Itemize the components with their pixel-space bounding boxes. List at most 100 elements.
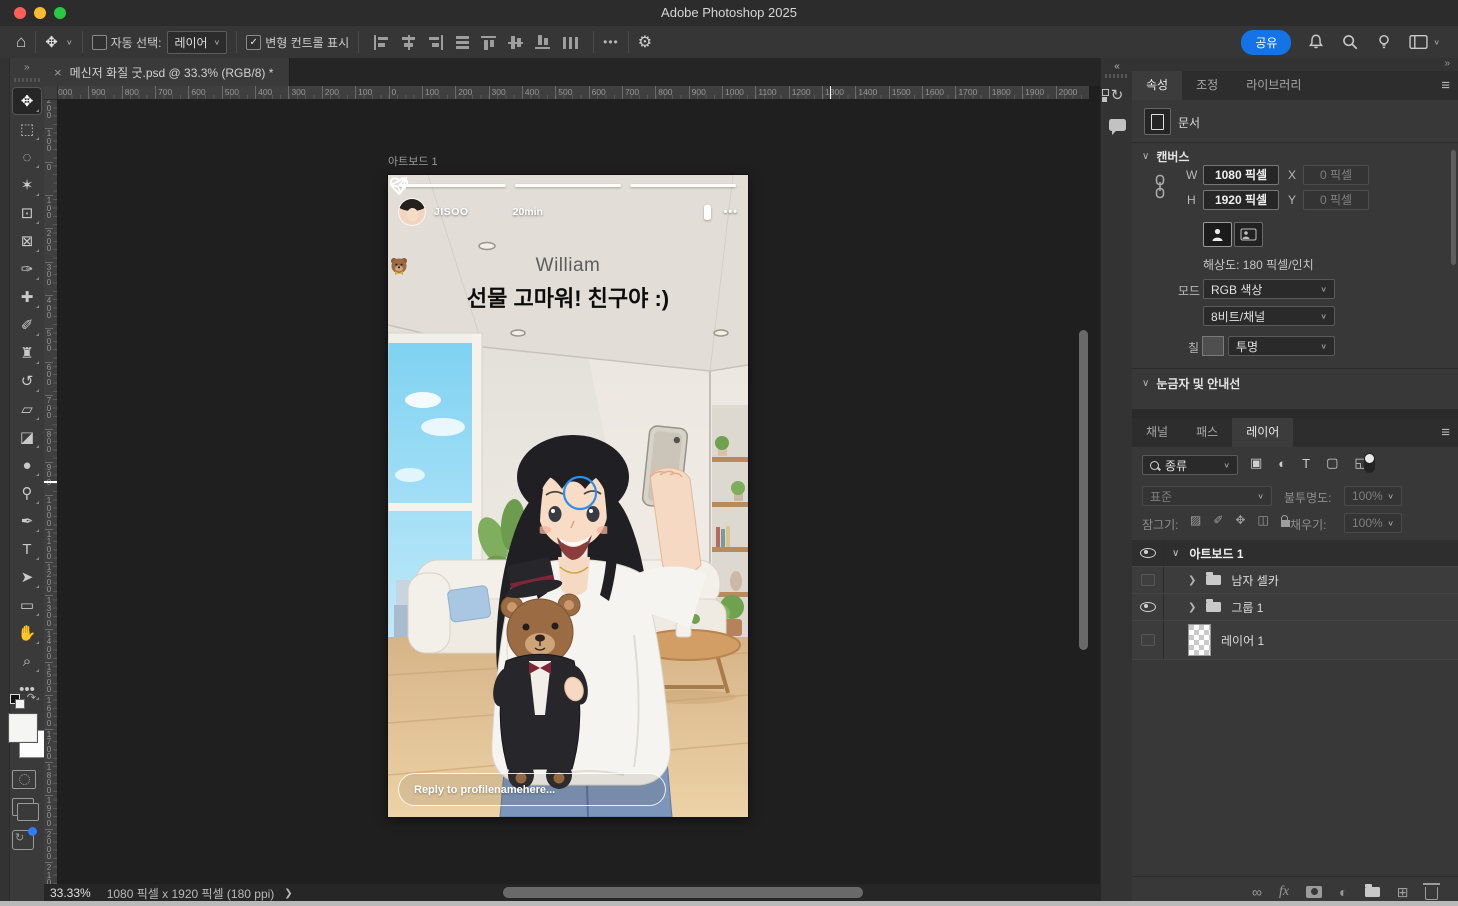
canvas-fill-select[interactable]: 투명∨	[1228, 336, 1335, 356]
toolbar-collapse-icon[interactable]: »	[24, 62, 30, 73]
frame-tool[interactable]: ⊠	[13, 228, 41, 254]
home-icon[interactable]: ⌂	[16, 32, 26, 52]
canvas-fill-swatch[interactable]	[1202, 336, 1224, 356]
align-top-icon[interactable]	[481, 35, 498, 50]
layer-fill-field[interactable]: 100%∨	[1344, 513, 1402, 533]
canvas-section-header[interactable]: ∨캔버스	[1142, 148, 1189, 165]
notifications-bell-icon[interactable]	[1307, 33, 1325, 51]
layer-expand-chevron[interactable]: ❯	[1188, 575, 1196, 586]
artboard-label[interactable]: 아트보드 1	[388, 153, 438, 169]
distribute-vertical-icon[interactable]	[562, 35, 579, 50]
current-tool-icon[interactable]: ✥ ∨	[45, 33, 72, 51]
comments-panel-icon[interactable]	[1101, 118, 1133, 136]
panel-expand-icon[interactable]: »	[1132, 58, 1458, 71]
workspace-switcher-icon[interactable]: ∨	[1409, 34, 1440, 50]
screen-mode-button[interactable]	[12, 798, 34, 816]
ruler-origin-corner[interactable]	[44, 86, 58, 100]
canvas-horizontal-scrollbar[interactable]	[503, 887, 863, 898]
tab-channels[interactable]: 채널	[1132, 418, 1182, 447]
lock-transparency-icon[interactable]: ▨	[1190, 513, 1201, 527]
link-layers-icon[interactable]: ∞	[1252, 885, 1262, 899]
workspace-settings-gear-icon[interactable]: ⚙	[638, 32, 652, 52]
layers-panel-menu-icon[interactable]: ≡	[1441, 424, 1450, 441]
type-tool[interactable]: T	[13, 536, 41, 562]
status-doc-info[interactable]: 1080 픽셀 x 1920 픽셀 (180 ppi)	[107, 885, 275, 902]
foreground-color-swatch[interactable]	[9, 714, 37, 742]
filter-type-icon[interactable]: T	[1302, 456, 1310, 471]
layer-expand-chevron[interactable]: ∨	[1172, 548, 1179, 559]
clone-stamp-tool[interactable]: ♜	[13, 340, 41, 366]
zoom-tool[interactable]: ⌕	[13, 648, 41, 674]
layer-visibility-toggle[interactable]	[1132, 567, 1164, 593]
layer-row[interactable]: ❯남자 셀카	[1132, 567, 1458, 594]
dock-collapse-icon[interactable]: «	[1101, 61, 1133, 72]
pen-tool[interactable]: ✒	[13, 508, 41, 534]
filter-toggle-switch[interactable]	[1364, 453, 1375, 473]
healing-brush-tool[interactable]: ✚	[13, 284, 41, 310]
share-image-button[interactable]	[12, 830, 34, 850]
path-selection-tool[interactable]: ➤	[13, 564, 41, 590]
link-dimensions-icon[interactable]	[1154, 174, 1166, 200]
opacity-field[interactable]: 100%∨	[1344, 486, 1402, 506]
portrait-orientation-button[interactable]	[1203, 222, 1232, 247]
layer-filter-select[interactable]: 종류∨	[1142, 455, 1238, 475]
eraser-tool[interactable]: ▱	[13, 396, 41, 422]
layer-row[interactable]: ∨아트보드 1	[1132, 540, 1458, 567]
dodge-tool[interactable]: ⚲	[13, 480, 41, 506]
vertical-ruler[interactable]: 2001000100200300400500600700800900100011…	[44, 99, 58, 884]
width-field[interactable]: 1080 픽셀	[1203, 165, 1279, 185]
lock-position-icon[interactable]: ✥	[1235, 513, 1245, 527]
adjustment-layer-icon[interactable]: ◐	[1339, 885, 1347, 899]
lasso-tool[interactable]: ◌	[13, 144, 41, 170]
layer-effects-icon[interactable]: fx	[1279, 884, 1289, 900]
show-transform-checkbox[interactable]: ✓ 변형 컨트롤 표시	[246, 34, 349, 51]
new-layer-icon[interactable]: ⊞	[1397, 885, 1409, 899]
discover-lightbulb-icon[interactable]	[1375, 33, 1393, 51]
status-zoom-field[interactable]: 33.33%	[50, 886, 91, 900]
auto-select-dropdown[interactable]: 레이어∨	[167, 31, 227, 54]
landscape-orientation-button[interactable]	[1234, 222, 1263, 247]
more-options-icon[interactable]: •••	[603, 35, 619, 49]
tab-layers[interactable]: 레이어	[1232, 418, 1293, 447]
gradient-tool[interactable]: ◪	[13, 424, 41, 450]
tab-libraries[interactable]: 라이브러리	[1232, 71, 1315, 100]
hand-tool[interactable]: ✋	[13, 620, 41, 646]
history-panel-icon[interactable]: ↻	[1101, 86, 1133, 105]
layer-visibility-toggle[interactable]	[1132, 540, 1164, 566]
layer-visibility-toggle[interactable]	[1132, 621, 1164, 659]
edit-toolbar-button[interactable]: •••	[13, 676, 41, 702]
brush-tool[interactable]: ✐	[13, 312, 41, 338]
document-tab[interactable]: × 메신저 화질 굿.psd @ 33.3% (RGB/8) *	[44, 58, 290, 86]
blend-mode-select[interactable]: 표준∨	[1142, 486, 1272, 506]
share-button[interactable]: 공유	[1241, 30, 1291, 55]
y-field[interactable]: 0 픽셀	[1303, 190, 1369, 210]
layer-mask-icon[interactable]	[1306, 886, 1322, 898]
filter-shape-icon[interactable]: ▢	[1326, 455, 1338, 471]
lock-artboard-icon[interactable]: ◫	[1257, 513, 1268, 527]
quick-mask-mode-button[interactable]	[12, 770, 36, 789]
artboard-canvas[interactable]: JISOO 20min ••• William 선물 고마워! 친구야 :) R…	[388, 175, 748, 817]
toolbar-grip[interactable]	[14, 78, 40, 82]
canvas-vertical-scrollbar[interactable]	[1079, 330, 1088, 650]
tab-properties[interactable]: 속성	[1132, 71, 1182, 100]
horizontal-ruler[interactable]: 0009008007006005004003002001000100200300…	[44, 86, 1089, 100]
layer-expand-chevron[interactable]: ❯	[1188, 602, 1196, 613]
new-group-icon[interactable]	[1365, 887, 1380, 897]
color-mode-select[interactable]: RGB 색상∨	[1203, 279, 1335, 299]
layer-row[interactable]: ❯그룹 1	[1132, 594, 1458, 621]
filter-adjustment-icon[interactable]: ◐	[1278, 456, 1286, 471]
lock-all-icon[interactable]	[1281, 520, 1290, 527]
layer-visibility-toggle[interactable]	[1132, 594, 1164, 620]
move-tool[interactable]: ✥	[13, 88, 41, 114]
tab-paths[interactable]: 패스	[1182, 418, 1232, 447]
guides-section-header[interactable]: ∨눈금자 및 안내선	[1142, 375, 1240, 392]
properties-panel-menu-icon[interactable]: ≡	[1441, 77, 1450, 94]
lock-paint-icon[interactable]: ✐	[1213, 513, 1223, 527]
delete-layer-icon[interactable]	[1425, 887, 1438, 900]
document-properties-icon[interactable]	[1144, 108, 1171, 135]
crop-tool[interactable]: ⊡	[13, 200, 41, 226]
eyedropper-tool[interactable]: ✑	[13, 256, 41, 282]
align-right-icon[interactable]	[427, 35, 444, 50]
rectangle-tool[interactable]: ▭	[13, 592, 41, 618]
x-field[interactable]: 0 픽셀	[1303, 165, 1369, 185]
